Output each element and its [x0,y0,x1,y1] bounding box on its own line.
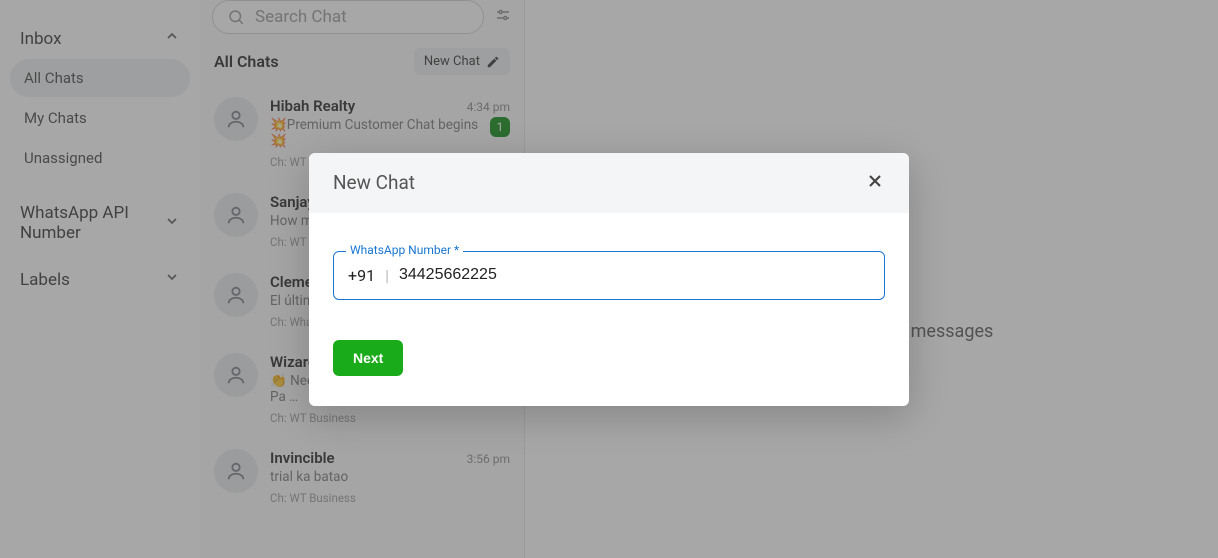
country-code[interactable]: +91 [348,266,375,285]
new-chat-modal: New Chat WhatsApp Number * +91 | Next [309,153,909,406]
modal-title: New Chat [333,171,415,194]
modal-overlay[interactable]: New Chat WhatsApp Number * +91 | Next [0,0,1218,558]
whatsapp-number-field[interactable]: WhatsApp Number * +91 | [333,251,885,300]
phone-input[interactable] [399,266,870,284]
next-label: Next [353,350,383,366]
field-label: WhatsApp Number * [346,243,463,257]
next-button[interactable]: Next [333,340,403,376]
separator: | [385,266,389,285]
close-icon[interactable] [865,171,885,195]
